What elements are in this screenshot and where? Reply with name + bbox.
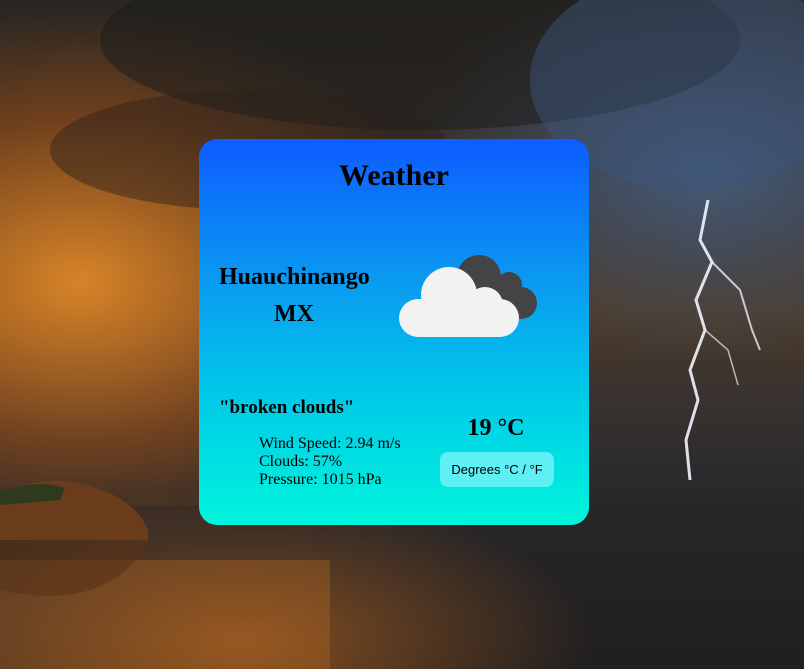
- city-name: Huauchinango: [219, 264, 370, 290]
- temperature: 19 °C: [467, 415, 525, 441]
- wind-speed: Wind Speed: 2.94 m/s: [259, 435, 401, 452]
- unit-toggle-button[interactable]: Degrees °C / °F: [440, 452, 554, 487]
- pressure: Pressure: 1015 hPa: [259, 471, 382, 488]
- clouds-percentage: Clouds: 57%: [259, 453, 343, 470]
- country-code: MX: [274, 301, 314, 327]
- app-title: Weather: [339, 159, 449, 192]
- weather-details: Wind Speed: 2.94 m/s Clouds: 57% Pressur…: [259, 435, 401, 489]
- weather-description: "broken clouds": [219, 397, 355, 418]
- broken-clouds-icon: [399, 255, 537, 337]
- weather-card: Weather Huauchinango MX "broken clouds" …: [199, 139, 589, 525]
